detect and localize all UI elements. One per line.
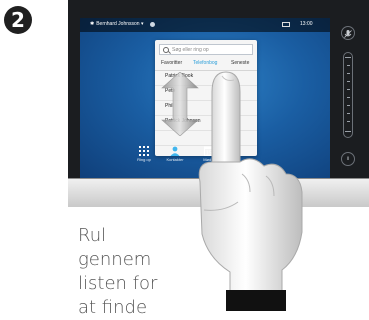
contacts-button[interactable]: Kontakter xyxy=(163,146,187,168)
keypad-icon xyxy=(139,146,149,156)
volume-tick xyxy=(347,97,350,98)
volume-tick xyxy=(347,65,350,66)
volume-tick xyxy=(347,113,350,114)
status-icon[interactable] xyxy=(150,22,155,27)
power-icon xyxy=(347,156,349,160)
volume-tick xyxy=(347,81,350,82)
search-input[interactable]: Søg eller ring op xyxy=(159,44,253,55)
search-icon xyxy=(163,47,169,53)
microphone-icon xyxy=(344,30,352,38)
caption-line: gennem xyxy=(78,249,152,270)
caption-line: at finde xyxy=(78,297,148,318)
mute-button[interactable] xyxy=(341,26,355,40)
status-bar: Bernhard Johnsson 13:00 xyxy=(80,18,330,32)
screen-share-icon[interactable] xyxy=(282,22,290,27)
contacts-icon xyxy=(170,146,180,156)
volume-tick xyxy=(347,105,350,106)
step-number-badge: 2 xyxy=(4,6,32,34)
volume-tick xyxy=(347,73,350,74)
search-placeholder: Søg eller ring op xyxy=(172,47,209,53)
plus-icon xyxy=(345,57,351,58)
contacts-label: Kontakter xyxy=(166,157,184,162)
pointing-hand-illustration xyxy=(198,71,303,311)
dial-button[interactable]: Ring op xyxy=(132,146,156,168)
caption-line: listen for xyxy=(78,273,158,294)
instruction-caption: Rul gennem listen for at finde xyxy=(78,224,198,320)
dial-label: Ring op xyxy=(137,157,151,162)
tab-favorites[interactable]: Favoritter xyxy=(161,60,182,66)
minus-icon xyxy=(345,131,351,132)
clock: 13:00 xyxy=(300,21,313,27)
power-button[interactable] xyxy=(341,152,355,166)
volume-tick xyxy=(347,121,350,122)
caption-line: Rul xyxy=(78,225,107,246)
volume-tick xyxy=(347,89,350,90)
user-name[interactable]: Bernhard Johnsson xyxy=(90,21,143,27)
volume-slider[interactable] xyxy=(343,52,353,138)
